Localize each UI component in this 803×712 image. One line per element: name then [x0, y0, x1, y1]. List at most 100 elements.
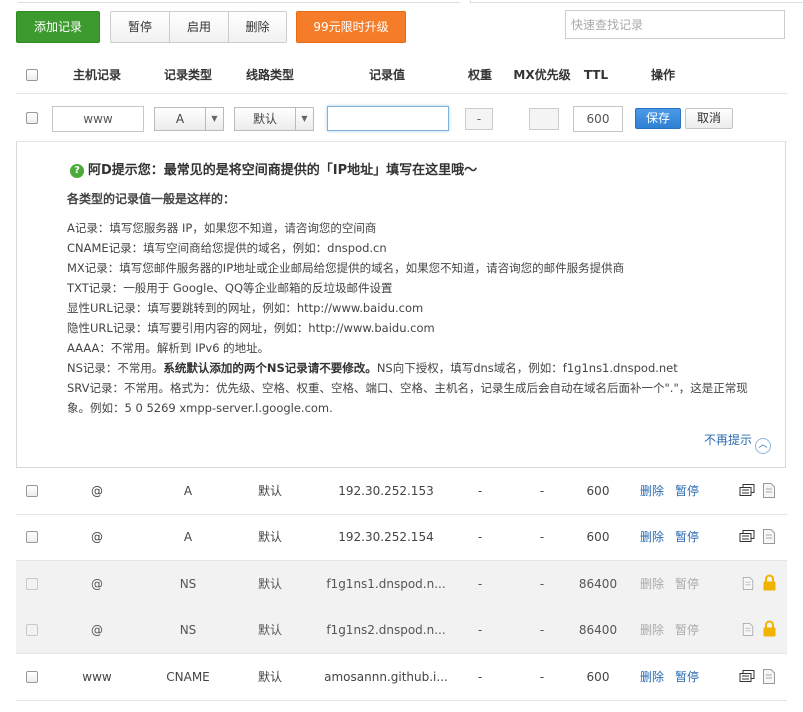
header-mx: MX优先级: [513, 68, 571, 82]
row-delete-link[interactable]: 删除: [640, 514, 664, 560]
hint-line: SRV记录：不常用。格式为：优先级、空格、权重、空格、端口、空格、主机名，记录生…: [67, 381, 748, 395]
record-host: www: [82, 670, 112, 684]
row-pause-link[interactable]: 暂停: [675, 468, 699, 514]
record-value: amosannn.github.i...: [324, 670, 448, 684]
record-mx: -: [539, 484, 545, 498]
record-weight: -: [477, 670, 483, 684]
record-ttl: 600: [586, 670, 610, 684]
header-weight: 权重: [467, 68, 492, 82]
row-delete-link[interactable]: 删除: [640, 654, 664, 700]
row-checkbox[interactable]: [26, 531, 38, 543]
header-op: 操作: [650, 68, 675, 82]
dismiss-hint-label: 不再提示: [703, 433, 752, 447]
weight-input[interactable]: -: [465, 108, 493, 130]
note-icon[interactable]: [763, 529, 775, 544]
row-pause-link[interactable]: 暂停: [675, 514, 699, 560]
enable-button[interactable]: 启用: [170, 12, 229, 42]
row-delete-link[interactable]: 删除: [640, 468, 664, 514]
delete-button[interactable]: 删除: [229, 12, 286, 42]
record-value: f1g1ns2.dnspod.n...: [326, 623, 446, 637]
record-mx: -: [539, 623, 545, 637]
record-ttl: 600: [586, 530, 610, 544]
value-input[interactable]: [327, 106, 449, 131]
record-type: NS: [179, 623, 197, 637]
record-weight: -: [477, 484, 483, 498]
record-line: 默认: [257, 530, 282, 544]
copy-icon[interactable]: [739, 484, 755, 497]
chevron-up-icon: ︿: [755, 438, 771, 454]
hint-title: ? 阿D提示您：最常见的是将空间商提供的「IP地址」填写在这里哦～: [70, 159, 477, 178]
copy-icon[interactable]: [739, 670, 755, 683]
note-icon: [742, 577, 754, 590]
row-delete-link: 删除: [640, 577, 665, 591]
table-row: @ NS 默认 f1g1ns2.dnspod.n... - - 86400 删除 暂停: [16, 607, 787, 654]
hint-line: TXT记录：一般用于 Google、QQ等企业邮箱的反垃圾邮件设置: [67, 281, 393, 295]
record-mx: -: [539, 530, 545, 544]
hint-subtitle: 各类型的记录值一般是这样的：: [67, 192, 236, 206]
chevron-down-icon: ▼: [205, 108, 223, 130]
hint-panel: ? 阿D提示您：最常见的是将空间商提供的「IP地址」填写在这里哦～ 各类型的记录值…: [16, 142, 786, 468]
table-row: @ A 默认 192.30.252.154 - - 600 删除 暂停: [16, 514, 787, 561]
ttl-input[interactable]: 600: [573, 106, 623, 132]
record-type: CNAME: [166, 670, 210, 684]
dismiss-hint-link[interactable]: 不再提示 ︿: [704, 431, 771, 454]
cancel-button[interactable]: 取消: [685, 108, 733, 129]
record-ttl: 600: [586, 484, 610, 498]
row-checkbox: [26, 624, 38, 636]
search-input[interactable]: [565, 10, 785, 39]
row-delete-link: 删除: [640, 623, 665, 637]
pause-button[interactable]: 暂停: [111, 12, 170, 42]
line-select-value: 默认: [252, 112, 277, 126]
header-line: 线路类型: [245, 68, 294, 82]
record-line: 默认: [257, 484, 282, 498]
record-mx: -: [539, 577, 545, 591]
type-select[interactable]: A ▼: [154, 107, 224, 131]
table-header: 主机记录 记录类型 线路类型 记录值 权重 MX优先级 TTL 操作: [16, 57, 787, 94]
record-ttl: 86400: [578, 577, 618, 591]
record-line: 默认: [257, 670, 282, 684]
ns-suffix: NS向下授权，填写dns域名，例如：f1g1ns1.dnspod.net: [376, 361, 678, 375]
table-row: @ A 默认 192.30.252.153 - - 600 删除 暂停: [16, 468, 787, 515]
question-icon: ?: [70, 164, 84, 178]
copy-icon[interactable]: [739, 530, 755, 543]
row-checkbox[interactable]: [26, 112, 38, 124]
record-weight: -: [477, 577, 483, 591]
record-host: @: [91, 484, 103, 498]
line-select[interactable]: 默认 ▼: [234, 107, 314, 131]
header-value: 记录值: [368, 68, 405, 82]
hint-line: A记录：填写您服务器 IP，如果您不知道，请咨询您的空间商: [67, 221, 377, 235]
row-checkbox[interactable]: [26, 671, 38, 683]
row-pause-link[interactable]: 暂停: [675, 654, 699, 700]
hint-line: 显性URL记录：填写要跳转到的网址，例如：http://www.baidu.co…: [67, 301, 424, 315]
top-border: [0, 0, 803, 4]
chevron-down-icon: ▼: [295, 108, 313, 130]
add-record-button[interactable]: 添加记录: [16, 11, 100, 43]
select-all-checkbox[interactable]: [26, 69, 38, 81]
save-button[interactable]: 保存: [635, 108, 681, 129]
row-pause-link: 暂停: [675, 623, 700, 637]
record-mx: -: [539, 670, 545, 684]
hint-line: 隐性URL记录：填写要引用内容的网址，例如：http://www.baidu.c…: [67, 321, 435, 335]
record-value: 192.30.252.153: [338, 484, 434, 498]
row-pause-link: 暂停: [675, 577, 700, 591]
hint-line: MX记录：填写您邮件服务器的IP地址或企业邮局给您提供的域名，如果您不知道，请咨…: [67, 261, 625, 275]
note-icon[interactable]: [763, 483, 775, 498]
upgrade-button[interactable]: 99元限时升级: [296, 11, 406, 43]
record-value: f1g1ns1.dnspod.n...: [326, 577, 446, 591]
record-line: 默认: [257, 577, 282, 591]
hint-title-text: 阿D提示您：最常见的是将空间商提供的「IP地址」填写在这里哦～: [88, 163, 478, 178]
note-icon: [742, 623, 754, 636]
mx-input[interactable]: [529, 108, 559, 130]
record-host: @: [91, 623, 103, 637]
row-checkbox[interactable]: [26, 485, 38, 497]
note-icon[interactable]: [763, 669, 775, 684]
record-weight: -: [477, 623, 483, 637]
header-ttl: TTL: [583, 68, 609, 82]
record-type: NS: [179, 577, 197, 591]
hint-line: AAAA：不常用。解析到 IPv6 的地址。: [67, 341, 270, 355]
hint-line: CNAME记录：填写空间商给您提供的域名，例如：dnspod.cn: [67, 241, 387, 255]
hint-line: 象。例如：5 0 5269 xmpp-server.l.google.com.: [67, 401, 333, 415]
record-type: A: [183, 484, 193, 498]
hint-line-ns: NS记录：不常用。系统默认添加的两个NS记录请不要修改。NS向下授权，填写dns…: [67, 358, 777, 378]
host-input[interactable]: www: [52, 106, 144, 132]
